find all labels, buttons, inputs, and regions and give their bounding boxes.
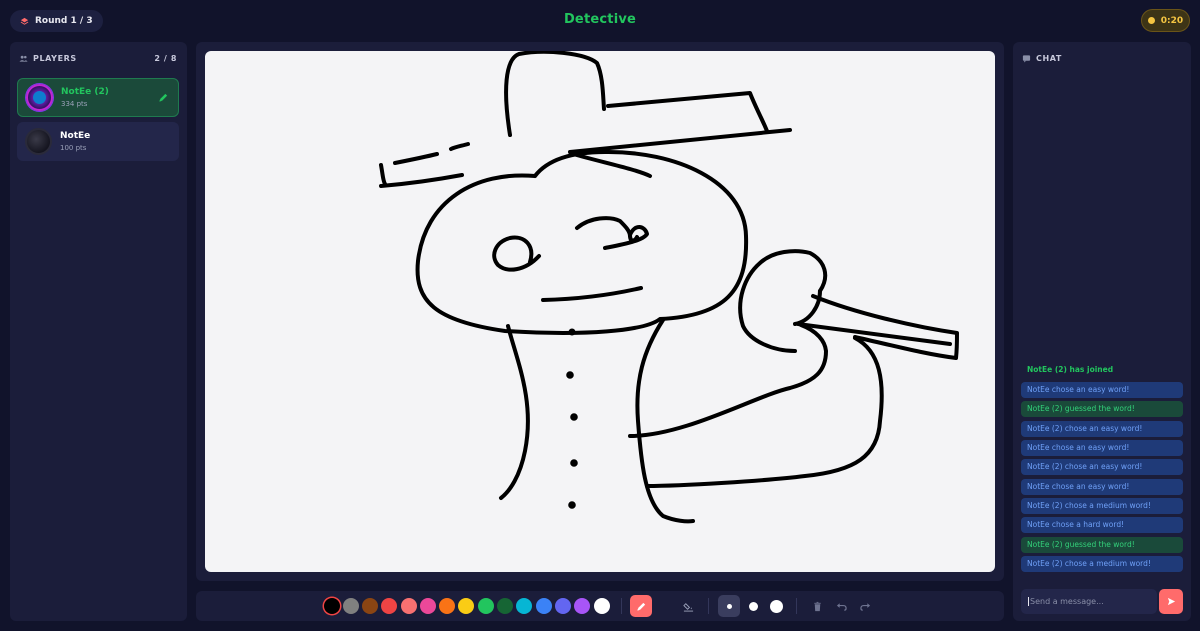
color-swatch-white[interactable] (594, 598, 610, 614)
pencil-icon (636, 602, 645, 611)
fill-bucket-icon (682, 602, 693, 612)
color-swatch-dark-green[interactable] (497, 598, 513, 614)
chat-message: NotEe (2) guessed the word! (1021, 401, 1183, 417)
toolbar-divider (796, 598, 797, 614)
current-word: Detective (563, 12, 637, 27)
players-panel: PLAYERS 2 / 8 NotEe (2) 334 pts NotEe 10… (10, 42, 187, 621)
undo-icon (836, 602, 847, 611)
chat-message: NotEe chose an easy word! (1021, 440, 1183, 456)
color-swatch-pink[interactable] (420, 598, 436, 614)
chat-message: NotEe (2) has joined (1027, 365, 1114, 374)
player-points: 334 pts (61, 100, 88, 108)
color-swatch-yellow[interactable] (458, 598, 474, 614)
chat-input[interactable]: Send a message... (1021, 589, 1157, 614)
size-dot-small (726, 603, 732, 609)
players-count: 2 / 8 (154, 53, 177, 63)
avatar (26, 84, 53, 111)
drawing-toolbar (196, 591, 1004, 621)
color-swatch-cyan[interactable] (516, 598, 532, 614)
color-swatch-brown[interactable] (362, 598, 378, 614)
brush-size-medium[interactable] (742, 595, 764, 617)
color-swatch-black[interactable] (324, 598, 340, 614)
chat-panel: CHAT NotEe (2) has joined NotEe chose an… (1013, 42, 1191, 621)
player-name: NotEe (2) (61, 87, 109, 97)
color-swatch-purple[interactable] (574, 598, 590, 614)
clock-icon (1147, 17, 1155, 24)
send-icon (1167, 597, 1175, 606)
drawing-canvas[interactable] (205, 51, 995, 572)
timer: 0:20 (1141, 9, 1190, 32)
chat-message: NotEe chose an easy word! (1021, 479, 1183, 495)
chat-message: NotEe (2) chose an easy word! (1021, 421, 1183, 437)
chat-message: NotEe (2) guessed the word! (1021, 537, 1183, 553)
canvas-panel (196, 42, 1004, 581)
pencil-icon (159, 93, 168, 102)
color-swatch-red[interactable] (381, 598, 397, 614)
chat-message: NotEe (2) chose a medium word! (1021, 498, 1183, 514)
pencil-tool-button[interactable] (630, 595, 652, 617)
users-icon (19, 55, 28, 62)
timer-value: 0:20 (1160, 15, 1184, 26)
players-title: PLAYERS (33, 53, 77, 63)
size-dot-large (769, 599, 783, 613)
chat-message: NotEe chose an easy word! (1021, 382, 1183, 398)
redo-icon (859, 602, 870, 611)
chat-header: CHAT (1022, 51, 1181, 65)
player-card[interactable]: NotEe (2) 334 pts (17, 78, 179, 117)
redo-button[interactable] (854, 595, 876, 617)
undo-button[interactable] (830, 595, 852, 617)
color-swatch-gray[interactable] (343, 598, 359, 614)
send-button[interactable] (1159, 589, 1183, 614)
color-swatch-indigo[interactable] (555, 598, 571, 614)
chat-title: CHAT (1036, 53, 1062, 63)
player-points: 100 pts (60, 144, 87, 152)
color-swatch-light-red[interactable] (401, 598, 417, 614)
size-dot-medium (748, 601, 758, 611)
player-name: NotEe (60, 131, 91, 141)
avatar (25, 128, 52, 155)
toolbar-divider (708, 598, 709, 614)
players-header: PLAYERS 2 / 8 (19, 51, 177, 65)
color-swatch-green[interactable] (478, 598, 494, 614)
chat-message: NotEe chose a hard word! (1021, 517, 1183, 533)
chat-message: NotEe (2) chose an easy word! (1021, 459, 1183, 475)
chat-message: NotEe (2) chose a medium word! (1021, 556, 1183, 572)
detective-drawing (379, 51, 959, 524)
player-card[interactable]: NotEe 100 pts (17, 122, 179, 161)
color-swatch-blue[interactable] (536, 598, 552, 614)
color-swatch-orange[interactable] (439, 598, 455, 614)
fill-tool-button[interactable] (677, 595, 699, 617)
chat-icon (1022, 54, 1031, 63)
toolbar-divider (621, 598, 622, 614)
trash-icon (813, 601, 821, 611)
clear-button[interactable] (806, 595, 828, 617)
brush-size-small[interactable] (718, 595, 740, 617)
brush-size-large[interactable] (765, 595, 787, 617)
